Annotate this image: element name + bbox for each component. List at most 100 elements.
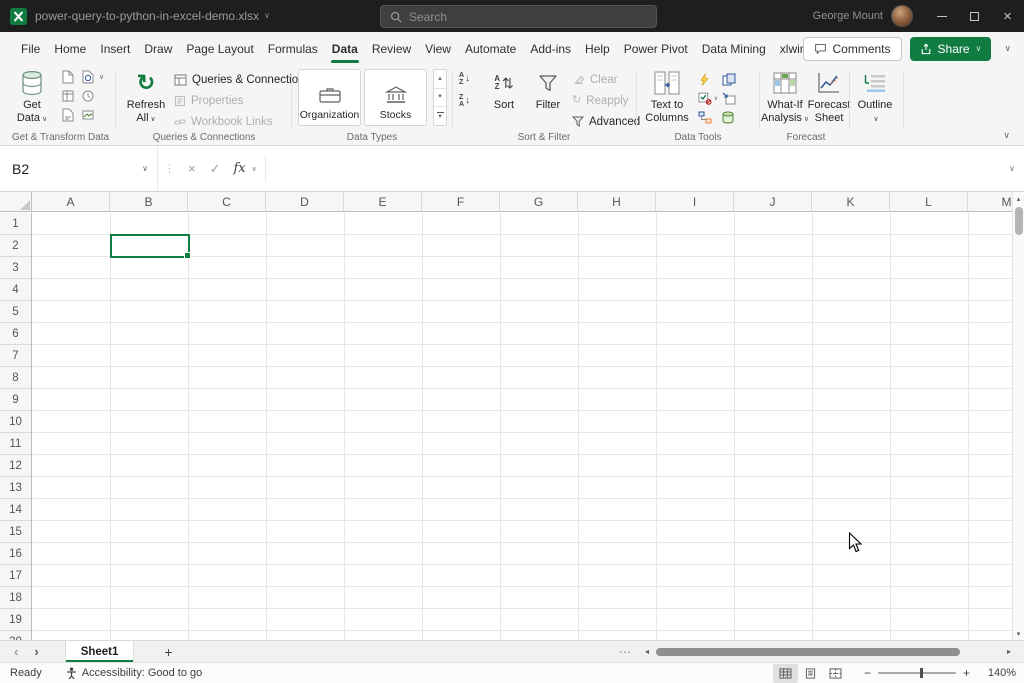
row-header-1[interactable]: 1 xyxy=(0,213,31,235)
remove-duplicates-button[interactable] xyxy=(722,73,742,86)
column-header-a[interactable]: A xyxy=(32,192,110,211)
active-cell[interactable] xyxy=(110,234,190,258)
menu-tab-help[interactable]: Help xyxy=(578,32,617,65)
horizontal-scrollbar[interactable] xyxy=(654,641,1002,662)
column-header-e[interactable]: E xyxy=(344,192,422,211)
zoom-out-button[interactable]: − xyxy=(848,666,878,680)
menu-tab-data[interactable]: Data xyxy=(325,32,365,65)
sort-button[interactable]: AZ ⇅ Sort xyxy=(484,68,524,112)
from-table-range-icon[interactable] xyxy=(62,89,74,108)
tab-scroll-divider[interactable]: ⋯ xyxy=(610,646,640,658)
menu-tab-draw[interactable]: Draw xyxy=(137,32,179,65)
from-picture-icon[interactable] xyxy=(82,108,94,127)
existing-connections-icon[interactable] xyxy=(62,108,74,127)
formula-input[interactable] xyxy=(265,155,1000,182)
get-data-button[interactable]: Get Data∨ xyxy=(10,68,54,125)
data-type-stocks[interactable]: Stocks xyxy=(364,69,427,126)
advanced-filter-button[interactable]: Advanced xyxy=(572,111,640,132)
menu-tab-review[interactable]: Review xyxy=(365,32,418,65)
group-label-data-types[interactable]: Data Types xyxy=(295,132,449,143)
normal-view-button[interactable] xyxy=(773,664,798,683)
flash-fill-button[interactable] xyxy=(698,73,718,86)
menu-tab-xlwings[interactable]: xlwings xyxy=(773,32,803,65)
clear-filter-button[interactable]: Clear xyxy=(572,69,640,90)
row-header-19[interactable]: 19 xyxy=(0,609,31,631)
row-header-2[interactable]: 2 xyxy=(0,235,31,257)
scroll-up-button[interactable]: ▴ xyxy=(1017,192,1021,205)
grid-cells[interactable] xyxy=(33,213,1012,640)
text-to-columns-button[interactable]: Text to Columns xyxy=(640,68,694,125)
row-header-11[interactable]: 11 xyxy=(0,433,31,455)
scroll-left-button[interactable]: ◂ xyxy=(640,648,654,656)
row-header-13[interactable]: 13 xyxy=(0,477,31,499)
group-label-data-tools[interactable]: Data Tools xyxy=(640,132,756,143)
collapse-ribbon-button[interactable]: ∨ xyxy=(1003,130,1010,141)
search-box[interactable] xyxy=(380,5,657,28)
select-all-button[interactable] xyxy=(0,192,32,212)
menu-tab-home[interactable]: Home xyxy=(47,32,93,65)
scroll-down-button[interactable]: ▾ xyxy=(1017,627,1021,640)
column-header-b[interactable]: B xyxy=(110,192,188,211)
menu-tab-file[interactable]: File xyxy=(14,32,47,65)
insert-function-button[interactable]: fx xyxy=(228,161,252,176)
forecast-sheet-button[interactable]: Forecast Sheet xyxy=(808,68,850,125)
name-box[interactable]: B2 ∨ xyxy=(0,146,158,191)
manage-data-model-button[interactable] xyxy=(722,111,742,124)
from-text-csv-icon[interactable] xyxy=(62,70,74,89)
chevron-down-icon[interactable]: ∨ xyxy=(99,73,104,81)
menu-tab-page-layout[interactable]: Page Layout xyxy=(179,32,260,65)
outline-button[interactable]: Outline ∨ xyxy=(852,68,898,125)
column-header-i[interactable]: I xyxy=(656,192,734,211)
close-button[interactable]: × xyxy=(991,0,1024,32)
relationships-button[interactable] xyxy=(698,111,718,124)
row-header-12[interactable]: 12 xyxy=(0,455,31,477)
row-header-17[interactable]: 17 xyxy=(0,565,31,587)
group-label-forecast[interactable]: Forecast xyxy=(762,132,850,143)
refresh-all-button[interactable]: ↻ Refresh All∨ xyxy=(122,68,170,125)
column-header-k[interactable]: K xyxy=(812,192,890,211)
column-header-d[interactable]: D xyxy=(266,192,344,211)
row-header-10[interactable]: 10 xyxy=(0,411,31,433)
sheet-nav-left-button[interactable]: ‹ xyxy=(6,645,26,658)
row-header-7[interactable]: 7 xyxy=(0,345,31,367)
vertical-scrollbar-thumb[interactable] xyxy=(1015,207,1023,235)
menu-tab-insert[interactable]: Insert xyxy=(93,32,137,65)
gallery-more-button[interactable]: ▾ xyxy=(434,107,446,125)
row-header-16[interactable]: 16 xyxy=(0,543,31,565)
maximize-button[interactable] xyxy=(958,0,991,32)
menu-tab-formulas[interactable]: Formulas xyxy=(261,32,325,65)
group-label-sort-filter[interactable]: Sort & Filter xyxy=(456,132,632,143)
sort-descending-button[interactable]: ZA ↓ xyxy=(456,94,473,108)
filter-button[interactable]: Filter xyxy=(526,68,570,112)
from-web-icon[interactable] xyxy=(82,70,94,89)
comments-button[interactable]: Comments xyxy=(803,37,902,61)
page-layout-view-button[interactable] xyxy=(798,664,823,683)
user-avatar[interactable] xyxy=(891,5,913,27)
row-header-20[interactable]: 20 xyxy=(0,631,31,640)
menu-tab-power-pivot[interactable]: Power Pivot xyxy=(617,32,695,65)
row-header-5[interactable]: 5 xyxy=(0,301,31,323)
row-header-3[interactable]: 3 xyxy=(0,257,31,279)
zoom-level[interactable]: 140% xyxy=(980,667,1016,679)
row-header-18[interactable]: 18 xyxy=(0,587,31,609)
scroll-right-button[interactable]: ▸ xyxy=(1002,648,1016,656)
menu-tab-add-ins[interactable]: Add-ins xyxy=(523,32,578,65)
properties-button[interactable]: Properties xyxy=(174,90,310,111)
queries-connections-button[interactable]: Queries & Connections xyxy=(174,69,310,90)
column-header-g[interactable]: G xyxy=(500,192,578,211)
document-title[interactable]: power-query-to-python-in-excel-demo.xlsx… xyxy=(35,9,270,23)
row-header-8[interactable]: 8 xyxy=(0,367,31,389)
sheet-tab-sheet1[interactable]: Sheet1 xyxy=(65,641,135,662)
data-validation-button[interactable]: ∨ xyxy=(698,92,718,105)
reapply-button[interactable]: ↻ Reapply xyxy=(572,90,640,111)
row-header-6[interactable]: 6 xyxy=(0,323,31,345)
gallery-scroll-up-button[interactable]: ▴ xyxy=(434,70,446,89)
zoom-slider[interactable] xyxy=(878,672,956,674)
gallery-scroll-down-button[interactable]: ▾ xyxy=(434,89,446,108)
column-header-j[interactable]: J xyxy=(734,192,812,211)
column-header-c[interactable]: C xyxy=(188,192,266,211)
row-header-4[interactable]: 4 xyxy=(0,279,31,301)
vertical-scrollbar[interactable]: ▴ ▾ xyxy=(1012,192,1024,640)
menu-tab-view[interactable]: View xyxy=(418,32,458,65)
horizontal-scrollbar-thumb[interactable] xyxy=(656,648,960,656)
